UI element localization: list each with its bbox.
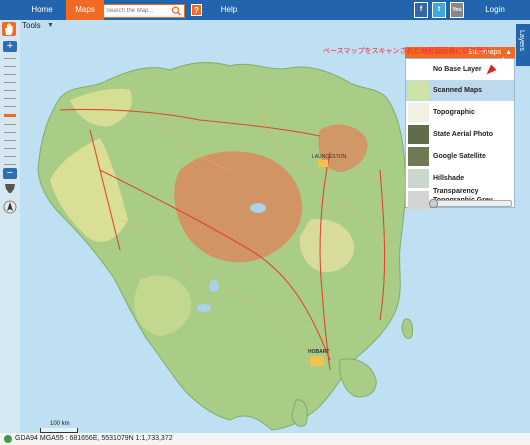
status-bar: GDA94 MGA55 : 681656E, 5531079N 1:1,733,… [0,433,530,445]
tasmania-extent-icon[interactable] [3,181,17,195]
hobart-label: HOBART [308,349,329,355]
pan-hand-icon[interactable] [2,22,16,36]
zoom-slider[interactable] [4,54,16,166]
basemap-thumbnail [408,169,429,188]
basemap-label: Hillshade [433,175,465,182]
nav-help[interactable]: Help [214,0,244,20]
facebook-icon[interactable]: f [414,2,428,18]
red-pointer-arrow-icon [485,56,505,76]
basemap-thumbnail [408,103,429,122]
zoom-out-button[interactable]: − [3,168,17,179]
search-box [103,4,185,18]
layers-tab-label: Layers [518,30,525,52]
basemap-label: Scanned Maps [433,87,483,94]
basemap-option-scanned-maps[interactable]: Scanned Maps [406,80,514,101]
basemap-label: Google Satellite [433,153,486,160]
tools-caret-icon[interactable]: ▼ [47,22,54,29]
great-lake [250,203,266,213]
basemap-thumbnail [408,191,429,210]
search-input[interactable] [106,5,168,17]
basemap-thumbnail [408,81,429,100]
scale-label: 100 km [50,421,70,427]
basemap-thumbnail [408,125,429,144]
launceston-marker [318,160,328,167]
zoom-in-button[interactable]: + [3,41,17,52]
top-nav-bar: Home Maps ? Help f t You Tube Login [0,0,530,27]
coordinate-readout: GDA94 MGA55 : 681656E, 5531079N 1:1,733,… [15,435,173,442]
lake-pedder [197,304,211,312]
nav-maps[interactable]: Maps [66,0,104,20]
basemap-option-google-satellite[interactable]: Google Satellite [406,146,514,167]
nav-home[interactable]: Home [22,0,62,20]
basemap-label: Topographic [433,109,475,116]
lake-gordon [209,280,219,292]
maria-island [401,318,413,339]
basemap-label-none: No Base Layer [433,66,482,73]
basemap-option-state-aerial-photo[interactable]: State Aerial Photo [406,124,514,145]
layers-tab[interactable]: Layers [516,24,530,66]
basemap-option-hillshade[interactable]: Hillshade [406,168,514,189]
collapse-arrow-icon[interactable]: ▲ [505,47,512,58]
annotation-note: ベースマップをスキャンされた地形図画像に切り替え [323,48,491,55]
basemaps-panel: No Base Layer Scanned Maps Topographic Sta… [405,58,515,210]
login-link[interactable]: Login [476,0,514,20]
north-arrow-icon[interactable] [3,200,17,214]
hobart-marker [310,356,324,366]
basemap-label: State Aerial Photo [433,131,494,138]
basemap-option-topographic[interactable]: Topographic [406,102,514,123]
tasman-peninsula [339,358,377,398]
transparency-slider-thumb[interactable] [429,199,438,208]
youtube-icon[interactable]: You Tube [450,2,464,27]
help-icon[interactable]: ? [191,4,202,16]
zoom-slider-thumb[interactable] [4,114,16,117]
transparency-label: Transparency [433,188,479,195]
launceston-label: LAUNCESTON [312,154,346,160]
search-icon[interactable] [171,6,182,16]
basemap-thumbnail [408,147,429,166]
coordinate-icon [4,435,12,443]
tools-label[interactable]: Tools [22,21,41,30]
twitter-icon[interactable]: t [432,2,446,18]
transparency-slider[interactable] [429,199,512,208]
